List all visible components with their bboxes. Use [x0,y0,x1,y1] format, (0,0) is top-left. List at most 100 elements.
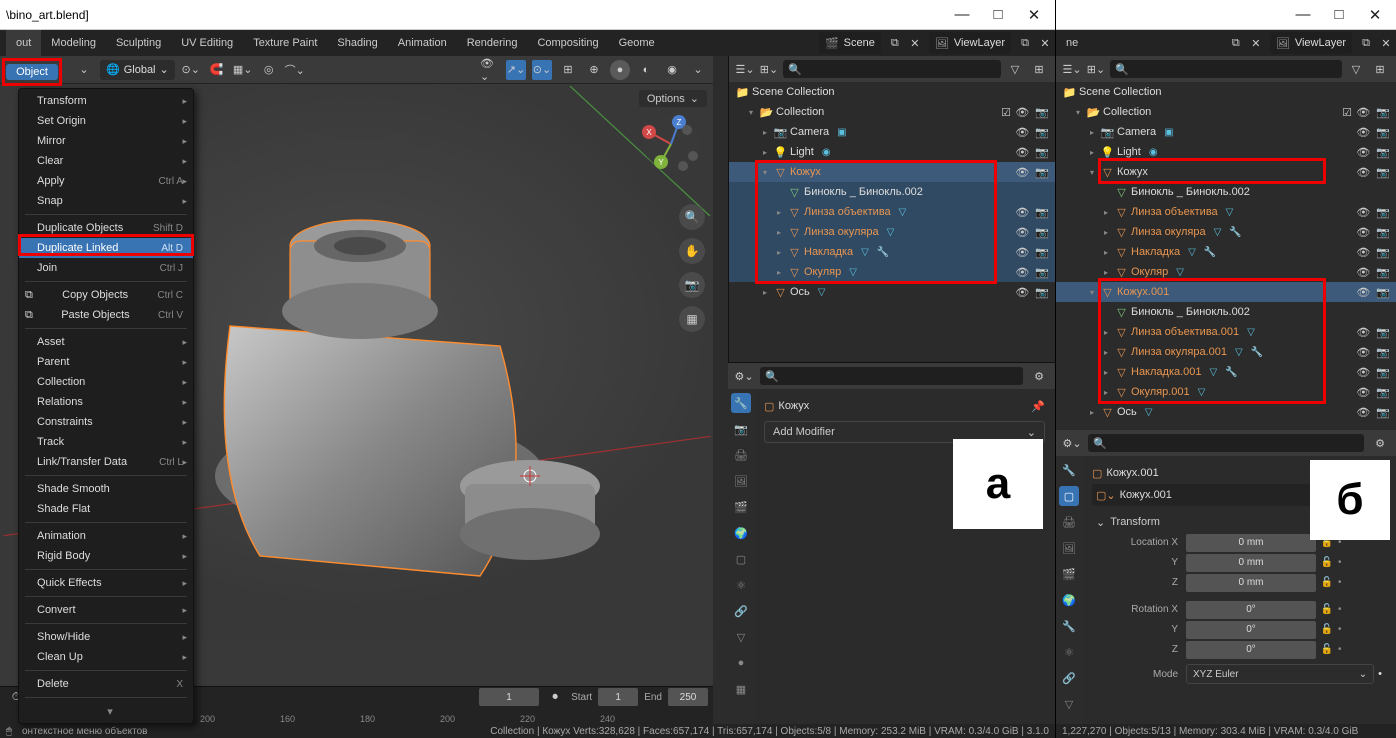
scene-close-icon-b[interactable]: ✕ [1246,33,1266,53]
mi-paste[interactable]: ⧉ Paste ObjectsCtrl V [19,305,193,325]
prop-mode-icon[interactable]: ⌒⌄ [285,60,305,80]
tab-physics-icon[interactable]: ⚛ [731,575,751,595]
viewlayer-selector[interactable]: 🖼ViewLayer [929,32,1011,54]
olb-nakladka[interactable]: ▸▽Накладка▽🔧👁📷 [1056,242,1396,262]
mi-mirror[interactable]: Mirror▸ [19,131,193,151]
mi-shade-flat[interactable]: Shade Flat [19,499,193,519]
scene-close-icon[interactable]: ✕ [905,33,925,53]
maximize-icon-b[interactable]: □ [1330,6,1348,23]
tab-geo[interactable]: Geome [609,30,665,56]
tab-world-icon[interactable]: 🌍 [731,523,751,543]
tabb-scene-icon[interactable]: 🎬 [1059,564,1079,584]
olb-okulyar[interactable]: ▸▽Окуляр▽👁📷 [1056,262,1396,282]
options-dropdown[interactable]: Options⌄ [639,90,707,107]
tab-uv[interactable]: UV Editing [171,30,243,56]
mi-copy[interactable]: ⧉ Copy ObjectsCtrl C [19,285,193,305]
mi-track[interactable]: Track▸ [19,432,193,452]
ol-light[interactable]: ▸💡Light◉👁📷 [729,142,1055,162]
mi-shade-smooth[interactable]: Shade Smooth [19,479,193,499]
zoom-icon[interactable]: 🔍 [679,204,705,230]
editor-type-icon[interactable]: ⌄ [74,60,94,80]
viewlayer-close-icon-b[interactable]: ✕ [1376,33,1396,53]
grid-icon[interactable]: ▦ [679,306,705,332]
loc-x[interactable]: 0 mm [1186,534,1316,552]
tab-layout[interactable]: out [6,30,41,56]
mi-set-origin[interactable]: Set Origin▸ [19,111,193,131]
tab-anim[interactable]: Animation [388,30,457,56]
tab-data-icon[interactable]: ▽ [731,627,751,647]
frame-current[interactable]: 1 [479,688,539,706]
outliner-search[interactable]: 🔍 [783,60,1001,78]
mi-asset[interactable]: Asset▸ [19,332,193,352]
viewlayer-copy-icon-b[interactable]: ⧉ [1356,33,1376,53]
shade-opts-icon[interactable]: ⌄ [688,60,708,80]
tab-output-icon[interactable]: 🖨 [731,445,751,465]
tab-scene-icon[interactable]: 🎬 [731,497,751,517]
tab-render[interactable]: Rendering [457,30,528,56]
outliner-new-coll-icon-b[interactable]: ⊞ [1370,59,1390,79]
tab-texture[interactable]: Texture Paint [243,30,327,56]
minimize-icon-b[interactable]: — [1294,6,1312,23]
olb-nakladka001[interactable]: ▸▽Накладка.001▽🔧👁📷 [1056,362,1396,382]
outliner-display-icon-b[interactable]: ⊞⌄ [1086,59,1106,79]
snap-icon[interactable]: 🧲 [207,60,227,80]
tab-modeling[interactable]: Modeling [41,30,106,56]
olb-light[interactable]: ▸💡Light◉👁📷 [1056,142,1396,162]
tab-view-icon[interactable]: 🖼 [731,471,751,491]
tabb-modifier-icon[interactable]: 🔧 [1059,616,1079,636]
mi-animation[interactable]: Animation▸ [19,526,193,546]
scene-selector[interactable]: 🎬Scene [819,32,881,54]
outliner-type-icon-b[interactable]: ☰⌄ [1062,59,1082,79]
shade-render-icon[interactable]: ◉ [662,60,682,80]
olb-binokl001[interactable]: ▽Бинокль _ Бинокль.002 [1056,302,1396,322]
mi-snap[interactable]: Snap▸ [19,191,193,211]
overlay-icon[interactable]: ⊙⌄ [532,60,552,80]
tab-modifier-icon[interactable]: 🔧 [731,393,751,413]
props-type-icon-b[interactable]: ⚙⌄ [1062,433,1082,453]
mi-convert[interactable]: Convert▸ [19,600,193,620]
mi-showhide[interactable]: Show/Hide▸ [19,627,193,647]
tab-material-icon[interactable]: ● [731,653,751,673]
gizmo-icon[interactable]: ↗⌄ [506,60,526,80]
ol-scene-collection[interactable]: 📁Scene Collection [729,82,1055,102]
loc-z[interactable]: 0 mm [1186,574,1316,592]
frame-start[interactable]: 1 [598,688,638,706]
viewlayer-close-icon[interactable]: ✕ [1035,33,1055,53]
outliner-filter-icon[interactable]: ▽ [1005,59,1025,79]
mi-delete[interactable]: DeleteX [19,674,193,694]
maximize-icon[interactable]: □ [989,6,1007,23]
mi-transform[interactable]: Transform▸ [19,91,193,111]
tabb-object-icon[interactable]: ▢ [1059,486,1079,506]
snap-mode-icon[interactable]: ▦⌄ [233,60,253,80]
mi-rigid[interactable]: Rigid Body▸ [19,546,193,566]
shade-solid-icon[interactable]: ● [610,60,630,80]
loc-y[interactable]: 0 mm [1186,554,1316,572]
tl-auto-key-icon[interactable]: ⏺ [545,687,565,707]
tab-sculpting[interactable]: Sculpting [106,30,171,56]
ol-okulyar[interactable]: ▸▽Окуляр▽👁📷 [729,262,1055,282]
tabb-data-icon[interactable]: ▽ [1059,694,1079,714]
rot-y[interactable]: 0° [1186,621,1316,639]
frame-end[interactable]: 250 [668,688,708,706]
close-icon-b[interactable]: ✕ [1366,6,1384,24]
tab-texture-icon[interactable]: ▦ [731,679,751,699]
mi-collapse[interactable]: ▾ [19,701,193,721]
olb-lens-ok001[interactable]: ▸▽Линза окуляра.001▽🔧👁📷 [1056,342,1396,362]
ol-binokl[interactable]: ▽Бинокль _ Бинокль.002 [729,182,1055,202]
olb-okulyar001[interactable]: ▸▽Окуляр.001▽👁📷 [1056,382,1396,402]
scene-copy-icon[interactable]: ⧉ [885,33,905,53]
eye-icon[interactable]: 👁⌄ [480,60,500,80]
prop-edit-icon[interactable]: ◎ [259,60,279,80]
olb-scene-collection[interactable]: 📁Scene Collection [1056,82,1396,102]
tabb-output-icon[interactable]: 🖨 [1059,512,1079,532]
orientation-selector[interactable]: 🌐Global⌄ [100,60,175,80]
tab-render-icon[interactable]: 📷 [731,419,751,439]
tabb-render-icon[interactable]: 🔧 [1059,460,1079,480]
rotation-mode-select[interactable]: XYZ Euler⌄ [1186,664,1374,684]
close-icon[interactable]: ✕ [1025,6,1043,24]
tabb-view-icon[interactable]: 🖼 [1059,538,1079,558]
viewlayer-selector-b[interactable]: 🖼ViewLayer [1270,32,1352,54]
rot-z[interactable]: 0° [1186,641,1316,659]
mi-constraints[interactable]: Constraints▸ [19,412,193,432]
viewlayer-copy-icon[interactable]: ⧉ [1015,33,1035,53]
